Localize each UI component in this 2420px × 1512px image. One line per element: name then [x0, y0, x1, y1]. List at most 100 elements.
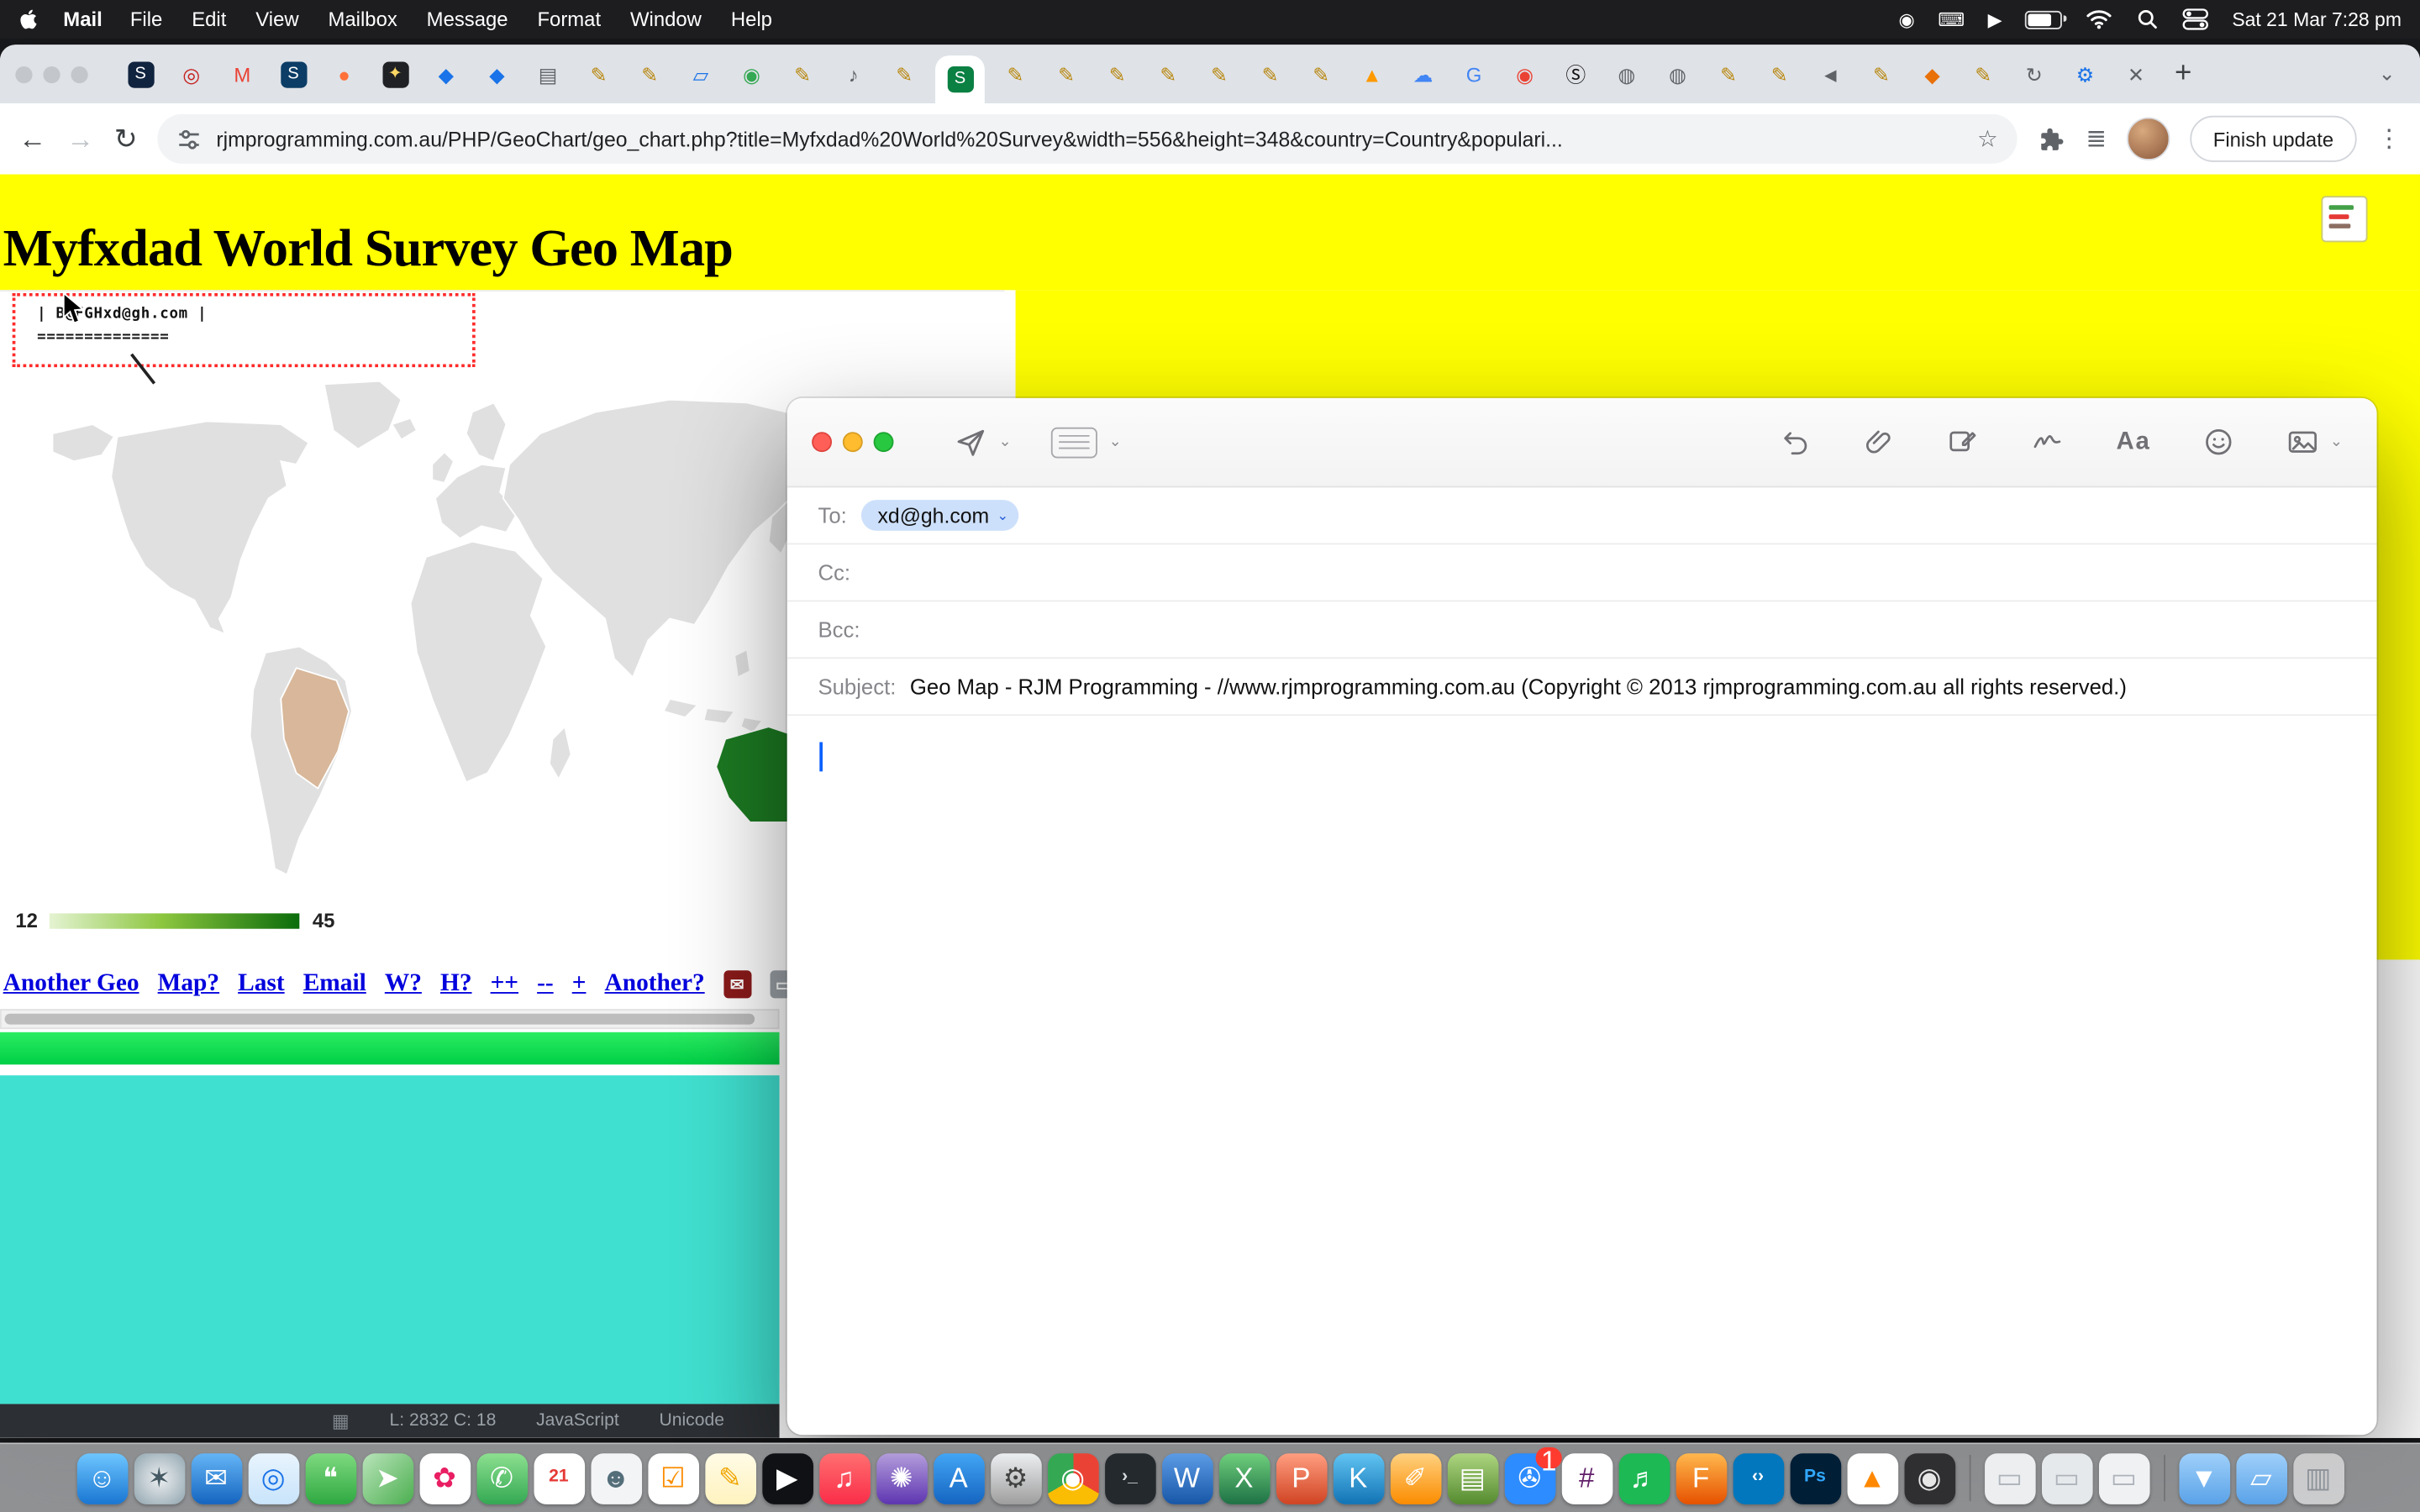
dock-downloads-folder[interactable]: ▼ — [2179, 1452, 2230, 1504]
page-link-icon-1[interactable]: ✉ — [723, 970, 751, 998]
dock-mail[interactable]: ✉ — [191, 1452, 242, 1504]
browser-tab-11[interactable]: ✎ — [629, 54, 670, 94]
browser-tab-13[interactable]: ◉ — [732, 54, 772, 94]
menu-message[interactable]: Message — [427, 8, 508, 31]
dock-word[interactable]: W — [1161, 1452, 1213, 1504]
browser-tab-9[interactable]: ▤ — [528, 54, 568, 94]
browser-tab-21[interactable]: ✎ — [1149, 54, 1189, 94]
cc-field-row[interactable]: Cc: — [787, 544, 2377, 601]
dock-tv[interactable]: ▶ — [761, 1452, 813, 1504]
back-button[interactable]: ← — [18, 125, 46, 153]
page-link-10[interactable]: Another? — [605, 970, 705, 998]
browser-tab-15[interactable]: ♪ — [834, 54, 874, 94]
country-alaska[interactable] — [52, 424, 113, 461]
country-iceland[interactable] — [392, 418, 417, 440]
browser-tab-19[interactable]: ✎ — [1046, 54, 1086, 94]
browser-tab-16[interactable]: ✎ — [884, 54, 924, 94]
menu-help[interactable]: Help — [731, 8, 772, 31]
active-app-name[interactable]: Mail — [63, 8, 102, 31]
dock-pages[interactable]: ✐ — [1390, 1452, 1441, 1504]
send-options-chevron[interactable]: ⌄ — [998, 433, 1011, 450]
send-button[interactable] — [954, 425, 987, 459]
browser-tab-8[interactable]: ◆ — [477, 54, 518, 94]
dock-facetime[interactable]: ✆ — [476, 1452, 528, 1504]
browser-tab-5[interactable]: ● — [324, 54, 365, 94]
signature-icon[interactable] — [2030, 426, 2065, 459]
spotlight-icon[interactable] — [2136, 8, 2160, 31]
reload-button[interactable]: ↻ — [114, 125, 138, 153]
browser-tab-39[interactable]: ⚙ — [2065, 54, 2106, 94]
recipient-token[interactable]: xd@gh.com ⌄ — [860, 500, 1019, 531]
window-minimize-button[interactable] — [43, 66, 60, 82]
menu-edit[interactable]: Edit — [192, 8, 226, 31]
dock-slack[interactable]: # — [1561, 1452, 1612, 1504]
menu-window[interactable]: Window — [630, 8, 702, 31]
notes-thumbnail-icon[interactable] — [2321, 196, 2367, 242]
browser-tab-23[interactable]: ✎ — [1250, 54, 1291, 94]
subject-field-row[interactable]: Subject: Geo Map - RJM Programming - //w… — [787, 659, 2377, 716]
page-link-3[interactable]: Last — [238, 970, 285, 998]
page-link-7[interactable]: ++ — [491, 970, 518, 998]
country-africa[interactable] — [411, 542, 547, 783]
dock-notes[interactable]: ✎ — [704, 1452, 755, 1504]
browser-tab-1[interactable]: S — [120, 54, 160, 94]
format-button[interactable]: Aa — [2116, 428, 2150, 456]
browser-tab-22[interactable]: ✎ — [1199, 54, 1239, 94]
dock-photoshop[interactable]: Ps — [1790, 1452, 1841, 1504]
dock-finder[interactable]: ☺ — [76, 1452, 128, 1504]
page-link-5[interactable]: W? — [385, 970, 422, 998]
browser-tab-29[interactable]: Ⓢ — [1555, 54, 1596, 94]
browser-tab-17[interactable]: S — [935, 55, 985, 103]
world-map[interactable] — [22, 369, 880, 906]
dock-maps[interactable]: ➤ — [362, 1452, 413, 1504]
bcc-field-row[interactable]: Bcc: — [787, 601, 2377, 659]
compose-minimize-button[interactable] — [843, 432, 863, 452]
country-philippines[interactable] — [734, 649, 750, 677]
menu-format[interactable]: Format — [537, 8, 601, 31]
dock-vscode[interactable]: ‹› — [1733, 1452, 1784, 1504]
extensions-icon[interactable] — [2037, 124, 2066, 154]
control-center-icon[interactable] — [2183, 8, 2209, 31]
forward-button[interactable]: → — [66, 125, 94, 153]
menubar-extra-icon[interactable]: ◉ — [1898, 10, 1914, 29]
bookmark-star-icon[interactable]: ☆ — [1977, 125, 1998, 153]
compose-zoom-button[interactable] — [874, 432, 894, 452]
browser-tab-25[interactable]: ▲ — [1352, 54, 1392, 94]
horizontal-scrollbar[interactable] — [0, 1009, 780, 1029]
dock-keynote[interactable]: K — [1333, 1452, 1384, 1504]
dock-numbers[interactable]: ▤ — [1447, 1452, 1498, 1504]
browser-tab-12[interactable]: ▱ — [681, 54, 721, 94]
dock-terminal[interactable]: ›_ — [1104, 1452, 1155, 1504]
dock-reminders[interactable]: ☑ — [648, 1452, 699, 1504]
browser-tab-7[interactable]: ◆ — [426, 54, 466, 94]
browser-tab-38[interactable]: ↻ — [2014, 54, 2054, 94]
dock-messages[interactable]: ❝ — [305, 1452, 356, 1504]
country-north-america[interactable] — [111, 421, 308, 633]
markup-icon[interactable] — [1946, 426, 1979, 459]
dock-window-thumbnail-3[interactable]: ▭ — [2098, 1452, 2149, 1504]
country-united-kingdom[interactable] — [432, 452, 454, 483]
page-link-6[interactable]: H? — [440, 970, 472, 998]
country-indonesia-2[interactable] — [704, 708, 735, 723]
attach-icon[interactable] — [1863, 426, 1896, 459]
browser-tab-10[interactable]: ✎ — [579, 54, 619, 94]
tab-search-button[interactable]: ⌄ — [2379, 61, 2396, 86]
window-close-button[interactable] — [15, 66, 32, 82]
dock-powerpoint[interactable]: P — [1276, 1452, 1327, 1504]
dock-zoom[interactable]: ✇1 — [1504, 1452, 1555, 1504]
battery-icon[interactable] — [2025, 10, 2062, 29]
country-greenland[interactable] — [324, 381, 402, 449]
dock-documents-folder[interactable]: ▱ — [2236, 1452, 2287, 1504]
dock-system-settings[interactable]: ⚙ — [990, 1452, 1041, 1504]
country-indonesia-1[interactable] — [664, 699, 697, 717]
menu-file[interactable]: File — [130, 8, 162, 31]
dock-photos[interactable]: ✿ — [419, 1452, 471, 1504]
page-link-9[interactable]: + — [572, 970, 587, 998]
browser-tab-26[interactable]: ☁ — [1403, 54, 1444, 94]
window-zoom-button[interactable] — [71, 66, 87, 82]
dock-window-thumbnail-1[interactable]: ▭ — [1984, 1452, 2035, 1504]
dock-window-thumbnail-2[interactable]: ▭ — [2041, 1452, 2092, 1504]
undo-icon[interactable] — [1780, 426, 1812, 459]
tune-icon[interactable] — [176, 126, 203, 152]
browser-tab-2[interactable]: ◎ — [171, 54, 212, 94]
